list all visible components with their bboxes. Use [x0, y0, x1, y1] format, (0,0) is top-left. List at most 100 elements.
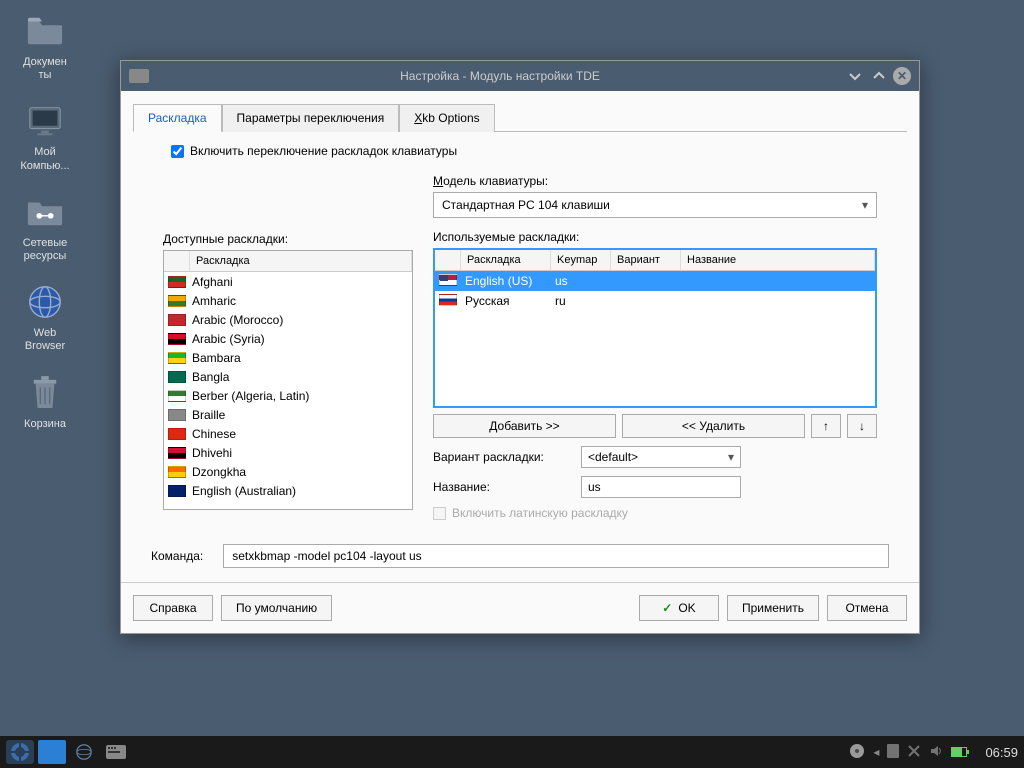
tray-clipboard-icon[interactable]: [887, 744, 899, 761]
window-title: Настройка - Модуль настройки TDE: [159, 69, 841, 83]
available-row[interactable]: Amharic: [164, 291, 412, 310]
flag-icon: [168, 466, 186, 478]
add-button[interactable]: Добавить >>: [433, 414, 616, 438]
available-row[interactable]: Dhivehi: [164, 443, 412, 462]
layout-name: Amharic: [192, 294, 236, 308]
available-row[interactable]: Afghani: [164, 272, 412, 291]
taskbar-browser[interactable]: [70, 740, 98, 764]
close-button[interactable]: ✕: [893, 67, 911, 85]
desktop-icon-computer[interactable]: МойКомпью...: [10, 100, 80, 172]
variant-select[interactable]: <default>: [581, 446, 741, 468]
taskbar-keyboard[interactable]: [102, 740, 130, 764]
layout-name: English (Australian): [192, 484, 296, 498]
globe-icon: [24, 281, 66, 323]
defaults-button[interactable]: По умолчанию: [221, 595, 332, 621]
enable-switching-checkbox[interactable]: [171, 145, 184, 158]
enable-switching-row: Включить переключение раскладок клавиату…: [171, 144, 877, 158]
available-row[interactable]: Bambara: [164, 348, 412, 367]
ok-button[interactable]: OK: [639, 595, 719, 621]
variant-label: Вариант раскладки:: [433, 450, 573, 464]
desktop-icon-trash[interactable]: Корзина: [10, 372, 80, 431]
desktop-label: МойКомпью...: [20, 146, 69, 172]
tab-xkb[interactable]: Xkb Options: [399, 104, 494, 132]
available-layouts-label: Доступные раскладки:: [163, 232, 413, 246]
flag-icon: [168, 390, 186, 402]
flag-icon: [168, 371, 186, 383]
apply-button[interactable]: Применить: [727, 595, 819, 621]
available-row[interactable]: Chinese: [164, 424, 412, 443]
used-row-us[interactable]: English (US) us: [435, 271, 875, 291]
help-button[interactable]: Справка: [133, 595, 213, 621]
minimize-button[interactable]: [845, 66, 865, 86]
keyboard-model-value: Стандартная PC 104 клавиши: [442, 198, 610, 212]
available-layouts-list[interactable]: Раскладка Afghani Amharic Arabic (Morocco)…: [163, 250, 413, 510]
layout-name: Dzongkha: [192, 465, 246, 479]
layout-name: Bambara: [192, 351, 241, 365]
name-input[interactable]: [581, 476, 741, 498]
desktop-icon-network[interactable]: Сетевыересурсы: [10, 191, 80, 263]
command-input[interactable]: [223, 544, 889, 568]
latin-checkbox-row: Включить латинскую раскладку: [433, 506, 877, 520]
layout-name: Berber (Algeria, Latin): [192, 389, 309, 403]
available-row[interactable]: Berber (Algeria, Latin): [164, 386, 412, 405]
folder-network-icon: [24, 191, 66, 233]
used-layouts-label: Используемые раскладки:: [433, 230, 877, 244]
remove-button[interactable]: << Удалить: [622, 414, 805, 438]
flag-icon: [168, 295, 186, 307]
col-variant: Вариант: [611, 250, 681, 270]
tray-battery-icon[interactable]: [951, 747, 967, 757]
desktop: Документы МойКомпью... Сетевыересурсы We…: [0, 0, 100, 449]
layout-name: Dhivehi: [192, 446, 232, 460]
tab-container: Раскладка Параметры переключения Xkb Opt…: [121, 91, 919, 530]
used-layout: English (US): [465, 274, 555, 288]
desktop-label: WebBrowser: [25, 327, 65, 353]
taskbar-clock[interactable]: 06:59: [985, 745, 1018, 760]
tab-layout[interactable]: Раскладка: [133, 104, 222, 132]
col-layout: Раскладка: [461, 250, 551, 270]
name-label: Название:: [433, 480, 573, 494]
tray-volume-icon[interactable]: [929, 744, 943, 761]
tab-switching[interactable]: Параметры переключения: [222, 104, 400, 132]
start-button[interactable]: [6, 740, 34, 764]
used-layout: Русская: [465, 294, 555, 308]
titlebar[interactable]: Настройка - Модуль настройки TDE ✕: [121, 61, 919, 91]
layout-name: Arabic (Morocco): [192, 313, 283, 327]
folder-icon: [24, 10, 66, 52]
flag-icon: [168, 333, 186, 345]
tray-arrow-icon[interactable]: ◂: [873, 745, 879, 759]
layout-name: Braille: [192, 408, 225, 422]
desktop-label: Сетевыересурсы: [23, 237, 68, 263]
layout-name: Arabic (Syria): [192, 332, 265, 346]
flag-icon: [168, 352, 186, 364]
tray-network-icon[interactable]: [907, 744, 921, 761]
keyboard-model-combo[interactable]: Стандартная PC 104 клавиши: [433, 192, 877, 218]
used-layouts-list[interactable]: Раскладка Keymap Вариант Название Englis…: [433, 248, 877, 408]
available-row[interactable]: English (Australian): [164, 481, 412, 500]
maximize-button[interactable]: [869, 66, 889, 86]
used-row-ru[interactable]: Русская ru: [435, 291, 875, 311]
col-layout: Раскладка: [190, 251, 412, 271]
desktop-icon-documents[interactable]: Документы: [10, 10, 80, 82]
desktop-label: Документы: [23, 56, 67, 82]
available-row[interactable]: Arabic (Morocco): [164, 310, 412, 329]
flag-icon: [168, 276, 186, 288]
dialog-button-bar: Справка По умолчанию OK Применить Отмена: [121, 582, 919, 633]
available-row[interactable]: Arabic (Syria): [164, 329, 412, 348]
available-row[interactable]: Bangla: [164, 367, 412, 386]
keyboard-icon: [129, 69, 149, 83]
col-keymap: Keymap: [551, 250, 611, 270]
move-down-button[interactable]: ↓: [847, 414, 877, 438]
flag-icon: [168, 428, 186, 440]
desktop-icon-web[interactable]: WebBrowser: [10, 281, 80, 353]
latin-label: Включить латинскую раскладку: [452, 506, 628, 520]
available-row[interactable]: Dzongkha: [164, 462, 412, 481]
layout-name: Chinese: [192, 427, 236, 441]
available-row[interactable]: Braille: [164, 405, 412, 424]
move-up-button[interactable]: ↑: [811, 414, 841, 438]
col-name: Название: [681, 250, 875, 270]
keyboard-model-label: Модель клавиатуры:: [433, 174, 877, 188]
tray-disc-icon[interactable]: [849, 743, 865, 762]
cancel-button[interactable]: Отмена: [827, 595, 907, 621]
taskbar-active-window[interactable]: [38, 740, 66, 764]
latin-checkbox: [433, 507, 446, 520]
